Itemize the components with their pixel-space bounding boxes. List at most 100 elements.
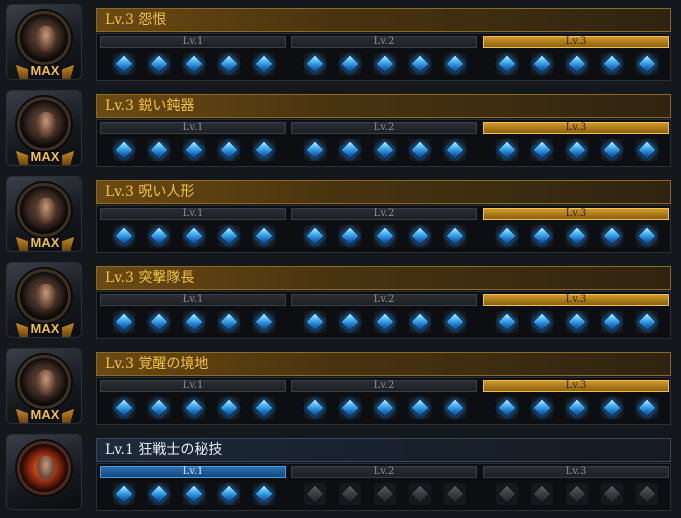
gem-icon xyxy=(304,53,326,75)
gem-icon xyxy=(339,225,361,247)
tier-label: Lv.3 xyxy=(483,36,669,48)
skill-title: Lv.3 鋭い鈍器 xyxy=(96,94,671,118)
gem-icon xyxy=(409,225,431,247)
skill-title: Lv.3 覚醒の境地 xyxy=(96,352,671,376)
tier-segment[interactable]: Lv.1 xyxy=(98,206,288,252)
gem-icon xyxy=(636,311,658,333)
empty-gem-icon xyxy=(374,483,396,505)
gem-icon xyxy=(148,311,170,333)
gem-icon xyxy=(253,53,275,75)
tier-segment[interactable]: Lv.2 xyxy=(289,34,479,80)
portrait-emblem-icon xyxy=(17,11,71,65)
tier-segment[interactable]: Lv.3 xyxy=(481,34,671,80)
tier-segment[interactable]: Lv.2 xyxy=(289,120,479,166)
skill-portrait[interactable] xyxy=(6,434,82,510)
skill-row[interactable]: MAX Lv.3 覚醒の境地 Lv.1 Lv.2 Lv.3 xyxy=(0,344,681,430)
gem-icon xyxy=(253,225,275,247)
skill-portrait[interactable]: MAX xyxy=(6,90,82,166)
gem-icon xyxy=(183,397,205,419)
tier-segment[interactable]: Lv.2 xyxy=(289,292,479,338)
tier-segment[interactable]: Lv.2 xyxy=(289,378,479,424)
gem-icon xyxy=(566,225,588,247)
tier-label: Lv.3 xyxy=(483,380,669,392)
gem-icon xyxy=(113,225,135,247)
tier-panel: Lv.1 Lv.2 Lv.3 xyxy=(96,33,671,81)
gem-icon xyxy=(496,311,518,333)
gem-icon xyxy=(218,483,240,505)
skill-row[interactable]: MAX Lv.3 怨恨 Lv.1 Lv.2 Lv.3 xyxy=(0,0,681,86)
max-badge: MAX xyxy=(30,321,60,336)
skill-title: Lv.3 突撃隊長 xyxy=(96,266,671,290)
tier-segment[interactable]: Lv.1 xyxy=(98,464,288,510)
tier-segment[interactable]: Lv.2 xyxy=(289,464,479,510)
tier-label: Lv.2 xyxy=(291,466,477,478)
gem-icon xyxy=(113,397,135,419)
gem-icon xyxy=(253,311,275,333)
portrait-emblem-icon xyxy=(17,355,71,409)
character-figure-icon xyxy=(36,284,56,310)
skill-row[interactable]: MAX Lv.3 突撃隊長 Lv.1 Lv.2 Lv.3 xyxy=(0,258,681,344)
gem-icon xyxy=(374,53,396,75)
empty-gem-icon xyxy=(444,483,466,505)
character-figure-icon xyxy=(36,26,56,52)
tier-segment[interactable]: Lv.1 xyxy=(98,34,288,80)
gem-icon xyxy=(496,225,518,247)
gem-icon xyxy=(339,311,361,333)
skill-title: Lv.1 狂戦士の秘技 xyxy=(96,438,671,462)
skill-portrait[interactable]: MAX xyxy=(6,262,82,338)
empty-gem-icon xyxy=(496,483,518,505)
skill-row[interactable]: MAX Lv.3 鋭い鈍器 Lv.1 Lv.2 Lv.3 xyxy=(0,86,681,172)
gem-icon xyxy=(409,139,431,161)
tier-segment[interactable]: Lv.3 xyxy=(481,464,671,510)
portrait-emblem-icon xyxy=(17,441,71,495)
tier-label: Lv.2 xyxy=(291,208,477,220)
tier-segment[interactable]: Lv.3 xyxy=(481,206,671,252)
tier-label: Lv.1 xyxy=(100,208,286,220)
gem-icon xyxy=(601,311,623,333)
tier-segment[interactable]: Lv.3 xyxy=(481,378,671,424)
tier-panel: Lv.1 Lv.2 Lv.3 xyxy=(96,291,671,339)
empty-gem-icon xyxy=(601,483,623,505)
skill-portrait[interactable]: MAX xyxy=(6,4,82,80)
gem-icon xyxy=(531,397,553,419)
tier-segment[interactable]: Lv.1 xyxy=(98,378,288,424)
tier-segment[interactable]: Lv.1 xyxy=(98,292,288,338)
gem-icon xyxy=(304,225,326,247)
gem-icon xyxy=(374,397,396,419)
gem-icon xyxy=(444,53,466,75)
gem-icon xyxy=(253,397,275,419)
gem-icon xyxy=(113,483,135,505)
tier-label: Lv.3 xyxy=(483,122,669,134)
gem-icon xyxy=(531,53,553,75)
gem-icon xyxy=(496,53,518,75)
skill-row[interactable]: MAX Lv.3 呪い人形 Lv.1 Lv.2 Lv.3 xyxy=(0,172,681,258)
skill-row[interactable]: Lv.1 狂戦士の秘技 Lv.1 Lv.2 Lv.3 xyxy=(0,430,681,516)
tier-label: Lv.1 xyxy=(100,380,286,392)
empty-gem-icon xyxy=(636,483,658,505)
gem-icon xyxy=(444,225,466,247)
gem-icon xyxy=(636,53,658,75)
tier-panel: Lv.1 Lv.2 Lv.3 xyxy=(96,377,671,425)
gem-icon xyxy=(636,225,658,247)
gem-icon xyxy=(409,53,431,75)
gem-icon xyxy=(601,225,623,247)
gem-icon xyxy=(148,53,170,75)
tier-segment[interactable]: Lv.2 xyxy=(289,206,479,252)
tier-segment[interactable]: Lv.3 xyxy=(481,120,671,166)
gem-icon xyxy=(253,139,275,161)
skill-portrait[interactable]: MAX xyxy=(6,176,82,252)
character-figure-icon xyxy=(36,198,56,224)
max-badge: MAX xyxy=(30,235,60,250)
skill-portrait[interactable]: MAX xyxy=(6,348,82,424)
gem-icon xyxy=(148,225,170,247)
gem-icon xyxy=(148,397,170,419)
tier-segment[interactable]: Lv.1 xyxy=(98,120,288,166)
gem-icon xyxy=(304,311,326,333)
tier-segment[interactable]: Lv.3 xyxy=(481,292,671,338)
gem-icon xyxy=(113,139,135,161)
tier-panel: Lv.1 Lv.2 Lv.3 xyxy=(96,463,671,511)
gem-icon xyxy=(339,53,361,75)
gem-icon xyxy=(566,139,588,161)
gem-icon xyxy=(183,311,205,333)
tier-label: Lv.2 xyxy=(291,122,477,134)
